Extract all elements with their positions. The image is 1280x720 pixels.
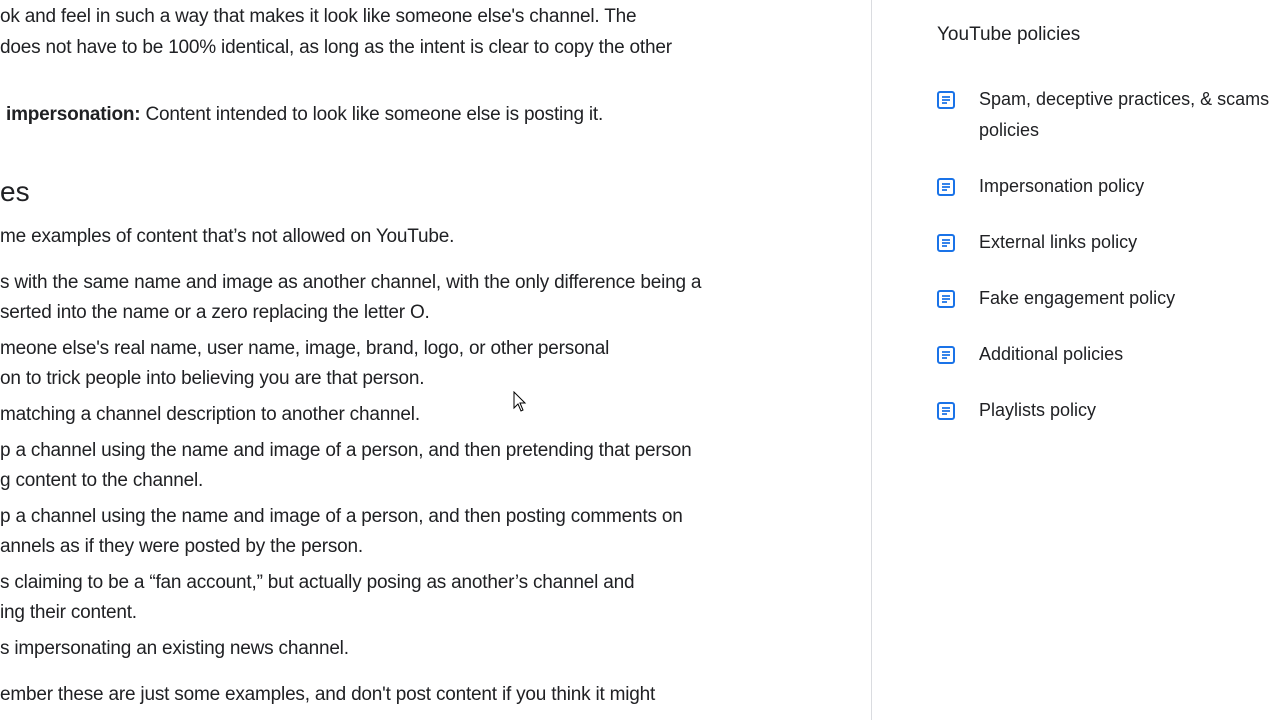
sidebar-link-label[interactable]: Impersonation policy — [979, 171, 1280, 202]
document-icon — [937, 402, 955, 420]
example-item: matching a channel description to anothe… — [0, 404, 420, 425]
sidebar-link-external-links-policy[interactable]: External links policy — [936, 231, 1280, 258]
document-icon — [937, 91, 955, 109]
sidebar-link-label[interactable]: Additional policies — [979, 339, 1280, 370]
example-item: p a channel using the name and image of … — [0, 440, 692, 461]
document-icon — [937, 178, 955, 196]
article-content: ok and feel in such a way that makes it … — [0, 0, 871, 720]
example-item: g content to the channel. — [0, 470, 204, 491]
definition-impersonation: impersonation: Content intended to look … — [6, 104, 603, 126]
sidebar-link-additional-policies[interactable]: Additional policies — [936, 343, 1280, 370]
example-item: annels as if they were posted by the per… — [0, 536, 363, 557]
policies-sidebar: YouTube policies Spam, deceptive practic… — [872, 0, 1280, 720]
definition-term: impersonation: — [6, 104, 141, 125]
sidebar-link-label[interactable]: Playlists policy — [979, 395, 1280, 426]
document-icon — [937, 234, 955, 252]
mouse-pointer-icon — [513, 391, 527, 412]
example-item: s with the same name and image as anothe… — [0, 272, 702, 293]
sidebar-link-spam-policies[interactable]: Spam, deceptive practices, & scams polic… — [936, 88, 1280, 146]
example-item: s claiming to be a “fan account,” but ac… — [0, 572, 635, 593]
section-intro: me examples of content that’s not allowe… — [0, 226, 455, 247]
document-icon — [937, 346, 955, 364]
sidebar-link-label[interactable]: Spam, deceptive practices, & scams polic… — [979, 84, 1280, 146]
sidebar-link-impersonation-policy[interactable]: Impersonation policy — [936, 175, 1280, 202]
article-text: ok and feel in such a way that makes it … — [0, 6, 637, 27]
article-text: does not have to be 100% identical, as l… — [0, 37, 672, 58]
article-text: ember these are just some examples, and … — [0, 684, 656, 705]
sidebar-link-label[interactable]: Fake engagement policy — [979, 283, 1280, 314]
sidebar-link-fake-engagement-policy[interactable]: Fake engagement policy — [936, 287, 1280, 314]
example-item: meone else's real name, user name, image… — [0, 338, 610, 359]
example-item: p a channel using the name and image of … — [0, 506, 683, 527]
example-item: serted into the name or a zero replacing… — [0, 302, 430, 323]
definition-text: Content intended to look like someone el… — [140, 104, 604, 125]
example-item: s impersonating an existing news channel… — [0, 638, 349, 659]
sidebar-link-label[interactable]: External links policy — [979, 227, 1280, 258]
sidebar-link-playlists-policy[interactable]: Playlists policy — [936, 399, 1280, 426]
section-heading: es — [0, 176, 30, 207]
example-item: on to trick people into believing you ar… — [0, 368, 425, 389]
example-item: ing their content. — [0, 602, 137, 623]
sidebar-title: YouTube policies — [937, 24, 1081, 45]
document-icon — [937, 290, 955, 308]
